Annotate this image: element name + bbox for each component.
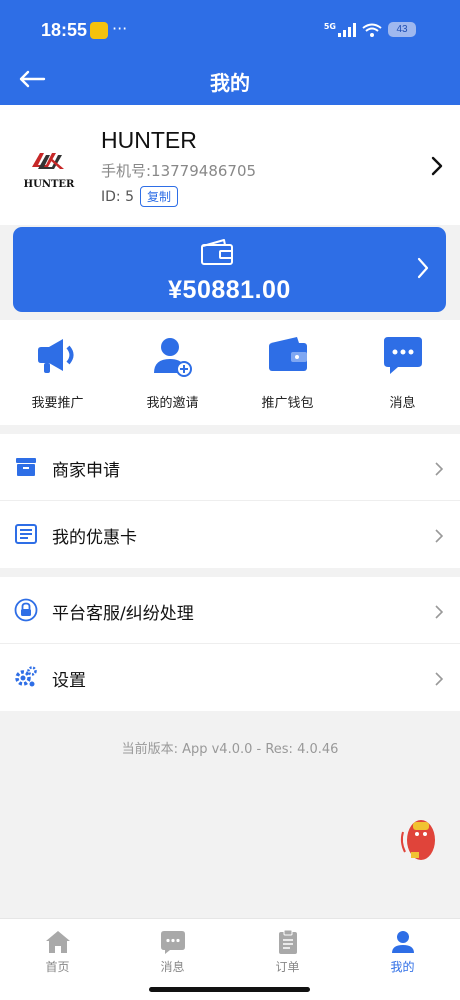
status-indicators: 5G 43 [324,22,416,37]
home-icon [45,931,70,953]
menu-item-coupon-cards[interactable]: 我的优惠卡 [0,501,460,568]
menu-item-label: 我的优惠卡 [52,528,137,548]
home-indicator [149,987,310,992]
add-user-icon [153,338,192,377]
floating-mascot-icon[interactable] [397,812,441,864]
profile-id-row: ID: 5 复制 [101,186,178,207]
quick-action-messages[interactable]: 消息 [345,320,460,425]
tab-label: 首页 [45,960,70,974]
message-icon [160,931,185,954]
more-notifications-icon: ··· [112,19,128,38]
notification-icon [90,22,108,39]
quick-action-wallet[interactable]: 推广钱包 [230,320,345,425]
menu-item-settings[interactable]: 设置 [0,644,460,711]
top-bar: 18:55 ··· 5G 43 我的 [0,0,460,105]
version-info: 当前版本: App v4.0.0 - Res: 4.0.46 [121,742,339,757]
chevron-right-icon[interactable] [430,155,444,177]
status-bar: 18:55 ··· 5G 43 [0,0,460,58]
person-icon [391,931,414,953]
card-list-icon [15,524,37,544]
wallet-icon [201,239,233,265]
quick-action-invites[interactable]: 我的邀请 [115,320,230,425]
tab-home[interactable]: 首页 [0,919,115,1000]
menu-group-support: 平台客服/纠纷处理 设置 [0,577,460,711]
quick-action-label: 消息 [389,396,416,411]
chevron-right-icon [435,605,443,619]
quick-action-label: 我的邀请 [146,396,199,411]
hunter-logo-icon: HUNTER [24,153,75,190]
chevron-right-icon [435,672,443,686]
chevron-right-icon [435,462,443,476]
page-title: 我的 [210,71,250,95]
profile-phone: 手机号:13779486705 [101,162,257,180]
profile-name: HUNTER [101,127,197,153]
menu-group-merchant: 商家申请 我的优惠卡 [0,434,460,568]
clipboard-icon [278,929,297,954]
tab-mine[interactable]: 我的 [345,919,460,1000]
gear-icon [15,666,37,687]
tab-label: 订单 [275,960,300,974]
quick-action-promote[interactable]: 我要推广 [0,320,115,425]
profile-card[interactable]: HUNTER HUNTER 手机号:13779486705 ID: 5 复制 [0,105,460,225]
lock-service-icon [14,598,38,622]
wallet-balance-card[interactable]: ¥50881.00 [13,227,446,312]
tab-label: 我的 [390,960,415,974]
quick-action-label: 我要推广 [31,396,84,411]
chevron-right-icon[interactable] [417,257,429,279]
menu-item-label: 商家申请 [52,461,120,481]
tab-label: 消息 [160,960,185,974]
quick-action-label: 推广钱包 [261,396,314,411]
profile-id: ID: 5 [101,188,134,205]
wallet-icon [268,337,307,371]
battery-icon: 43 [388,22,416,37]
menu-item-label: 平台客服/纠纷处理 [52,604,194,624]
network-label: 5G [323,22,336,31]
megaphone-icon [37,339,73,373]
status-time: 18:55 [41,20,88,40]
wallet-amount: ¥50881.00 [168,276,291,304]
quick-actions-grid: 我要推广 我的邀请 推广钱包 消息 [0,320,460,425]
chevron-right-icon [435,529,443,543]
signal-icon [338,22,356,37]
menu-item-label: 设置 [52,671,86,691]
menu-item-merchant-apply[interactable]: 商家申请 [0,434,460,501]
copy-id-button[interactable]: 复制 [139,186,178,207]
chat-bubble-icon [383,337,422,374]
menu-item-customer-service[interactable]: 平台客服/纠纷处理 [0,577,460,644]
wifi-icon [362,23,382,37]
logo-text: HUNTER [24,179,75,190]
store-icon [16,458,36,476]
